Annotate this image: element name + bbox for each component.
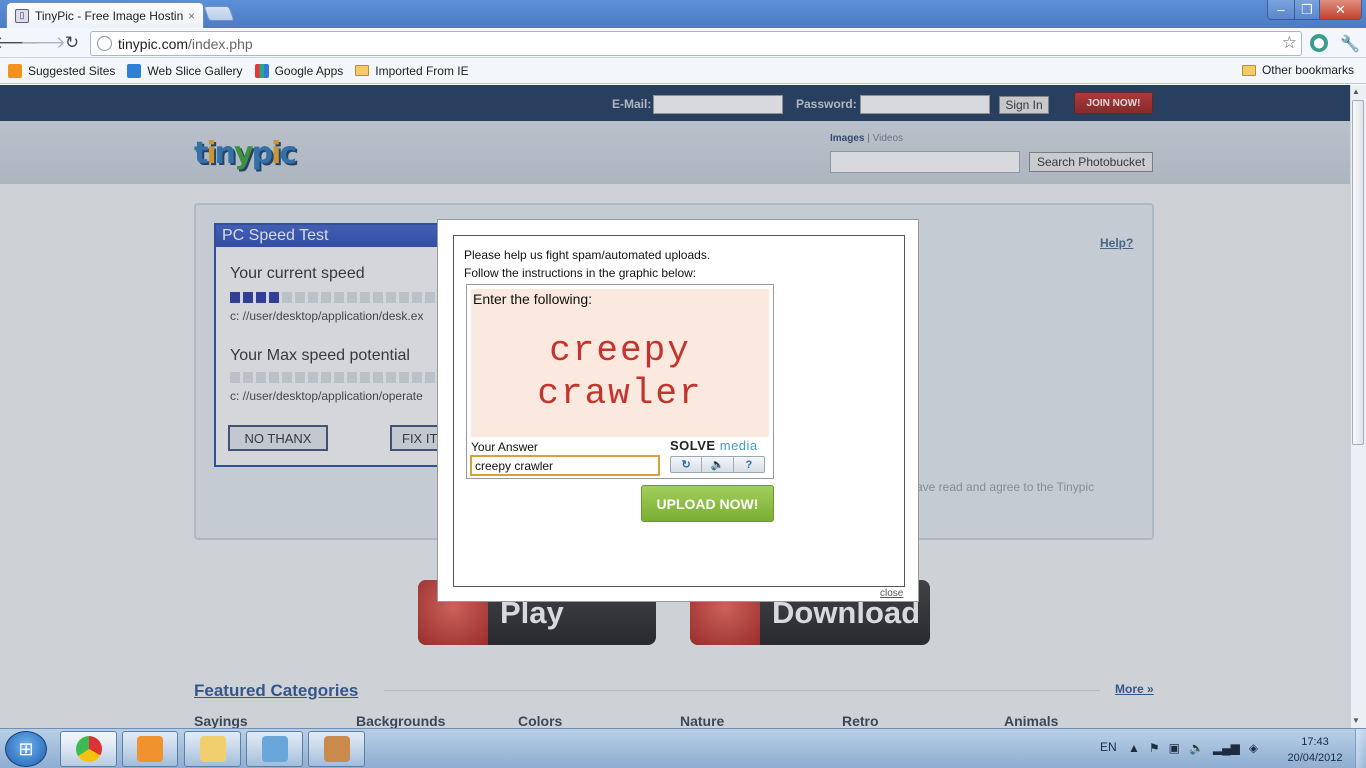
solve-media-brand-1: SOLVE	[670, 438, 716, 453]
system-clock[interactable]: 17:43 20/04/2012	[1278, 734, 1352, 766]
taskbar-users[interactable]	[246, 731, 303, 767]
bookmark-label: Suggested Sites	[28, 63, 116, 78]
bookmark-label: Google Apps	[274, 63, 344, 78]
users-icon	[261, 736, 288, 762]
captcha-controls: ↻ 🔈 ?	[670, 456, 765, 473]
chrome-icon	[75, 736, 102, 762]
captcha-word-2: crawler	[537, 373, 703, 414]
instructions-text: Follow the instructions in the graphic b…	[464, 266, 697, 280]
language-indicator[interactable]: EN	[1100, 740, 1117, 754]
bookmark-star-icon[interactable]: ☆	[1282, 33, 1297, 53]
browser-tab-tinypic[interactable]: ▯ TinyPic - Free Image Hostin ×	[6, 2, 204, 28]
taskbar-paint[interactable]	[308, 731, 365, 767]
wrench-menu-icon[interactable]: 🔧	[1340, 34, 1360, 54]
bookmark-label: Web Slice Gallery	[147, 63, 243, 78]
browser-titlebar: ▯ TinyPic - Free Image Hostin × ‒ ❐ ✕	[0, 0, 1366, 28]
paint-palette-icon	[323, 736, 350, 762]
solve-media-logo: SOLVE media	[670, 438, 758, 453]
window-close-button[interactable]: ✕	[1319, 0, 1362, 20]
url-path: /index.php	[188, 35, 253, 52]
spam-help-text: Please help us fight spam/automated uplo…	[464, 248, 711, 262]
page-favicon-icon: ▯	[15, 8, 29, 23]
bookmark-imported-from-ie[interactable]: Imported From IE	[355, 63, 469, 78]
folder-icon	[199, 736, 226, 762]
scroll-down-arrow-icon[interactable]: ▼	[1352, 716, 1360, 725]
tab-close-icon[interactable]: ×	[188, 9, 195, 23]
captcha-image: Enter the following: creepy crawler	[471, 289, 769, 437]
show-desktop-button[interactable]	[1355, 729, 1366, 768]
globe-icon	[97, 36, 112, 51]
sync-icon[interactable]: ◈	[1249, 741, 1258, 755]
folder-icon	[355, 65, 370, 76]
address-bar[interactable]: tinypic.com/index.php ☆	[90, 31, 1302, 56]
device-icon[interactable]: ▣	[1169, 741, 1180, 755]
window-maximize-button[interactable]: ❐	[1294, 0, 1320, 20]
modal-close-link[interactable]: close	[880, 588, 903, 599]
forward-arrow-icon[interactable]: 🡒	[20, 33, 66, 53]
captcha-word-1: creepy	[549, 330, 691, 371]
scroll-up-arrow-icon[interactable]: ▲	[1352, 87, 1360, 96]
start-button-windows-icon[interactable]: ⊞	[5, 731, 47, 767]
taskbar-explorer[interactable]	[184, 731, 241, 767]
bookmarks-bar: Suggested Sites Web Slice Gallery Google…	[0, 58, 1366, 84]
system-tray: ▲ ⚑ ▣ 🔈 ▂▄▆ ◈	[1128, 741, 1258, 755]
captcha-challenge-text: creepy crawler	[471, 329, 769, 415]
bookmark-google-apps[interactable]: Google Apps	[254, 63, 344, 78]
taskbar-chrome[interactable]	[60, 731, 117, 767]
bookmark-suggested-sites[interactable]: Suggested Sites	[8, 63, 116, 78]
bookmark-web-slice-gallery[interactable]: Web Slice Gallery	[127, 63, 243, 78]
captcha-widget: Enter the following: creepy crawler Your…	[466, 284, 774, 479]
volume-icon[interactable]: 🔈	[1189, 741, 1204, 755]
upload-now-button[interactable]: UPLOAD NOW!	[641, 485, 774, 522]
reload-icon[interactable]: ↻	[62, 33, 82, 53]
url-domain: tinypic.com	[118, 35, 189, 52]
modal-content: Please help us fight spam/automated uplo…	[453, 235, 905, 587]
window-minimize-button[interactable]: ‒	[1267, 0, 1295, 20]
media-player-icon	[137, 736, 163, 762]
new-tab-button[interactable]	[203, 6, 235, 21]
extension-icon[interactable]: ⬤	[1310, 34, 1328, 52]
suggested-sites-icon	[8, 63, 22, 78]
ie-icon	[127, 63, 142, 78]
network-signal-icon[interactable]: ▂▄▆	[1213, 741, 1240, 755]
scrollbar-thumb[interactable]	[1352, 100, 1364, 445]
bookmark-label: Other bookmarks	[1261, 63, 1354, 77]
captcha-answer-input[interactable]: creepy crawler	[470, 455, 660, 476]
google-apps-icon	[254, 63, 269, 78]
action-center-flag-icon[interactable]: ⚑	[1149, 741, 1160, 755]
windows-taskbar: ⊞ EN ▲ ⚑ ▣ 🔈 ▂▄▆ ◈ 17:43 20/04/2012	[0, 728, 1366, 768]
bookmark-label: Imported From IE	[375, 63, 469, 78]
clock-time: 17:43	[1301, 736, 1329, 748]
taskbar-media-player[interactable]	[122, 731, 178, 767]
page-viewport: E-Mail: Password: Sign In JOIN NOW! tiny…	[0, 85, 1350, 728]
show-hidden-icons-icon[interactable]: ▲	[1128, 741, 1140, 755]
captcha-instruction: Enter the following:	[473, 291, 593, 307]
tab-title: TinyPic - Free Image Hostin	[35, 8, 184, 23]
bookmark-other-bookmarks[interactable]: Other bookmarks	[1241, 63, 1354, 77]
answer-label: Your Answer	[471, 440, 538, 454]
clock-date: 20/04/2012	[1287, 752, 1343, 764]
audio-icon[interactable]: 🔈	[702, 457, 734, 472]
refresh-icon[interactable]: ↻	[671, 457, 703, 472]
solve-media-brand-2: media	[719, 438, 758, 453]
help-icon[interactable]: ?	[734, 457, 764, 472]
browser-toolbar: 🡐 🡒 ↻ tinypic.com/index.php ☆ ⬤ 🔧	[0, 28, 1366, 58]
folder-icon	[1241, 64, 1256, 76]
captcha-modal: Please help us fight spam/automated uplo…	[437, 219, 919, 602]
